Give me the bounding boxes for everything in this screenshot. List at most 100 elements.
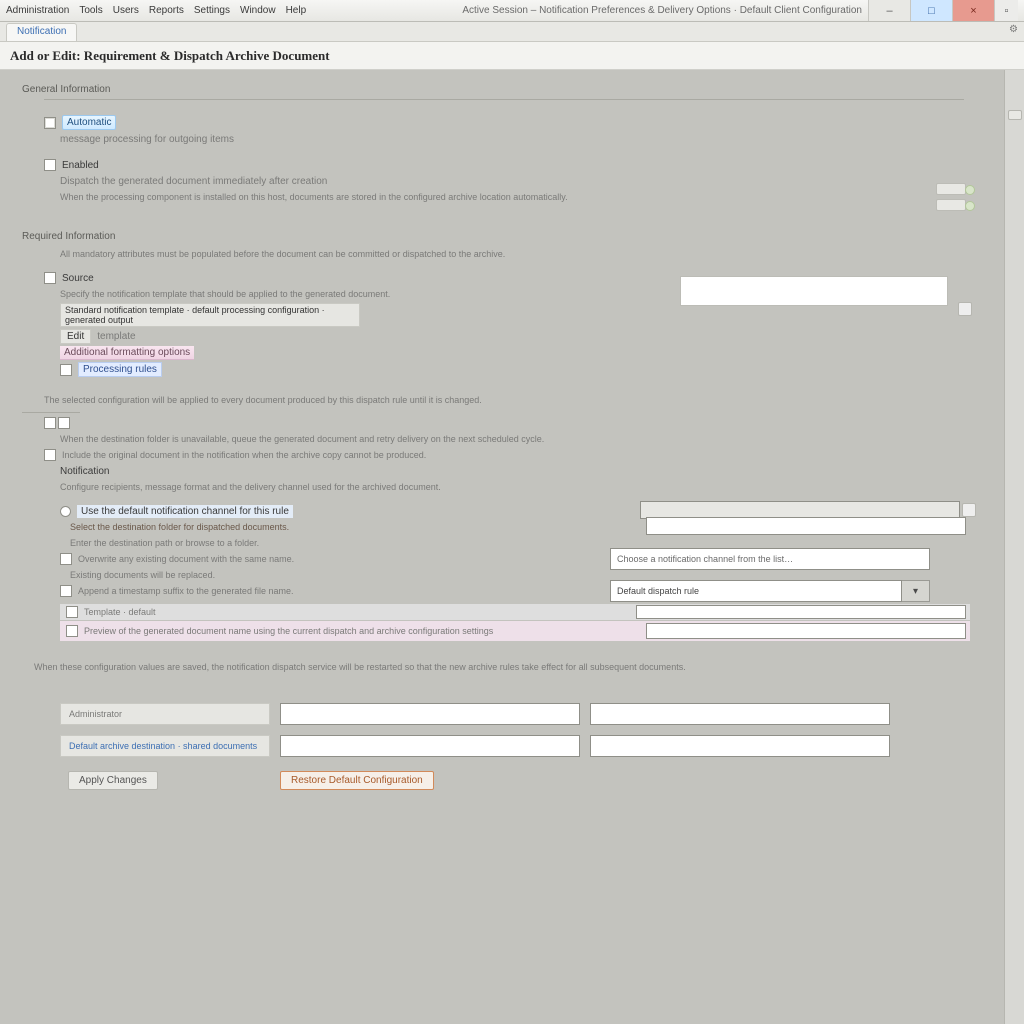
checkbox[interactable]	[44, 117, 56, 129]
grid-label-archive: Default archive destination · shared doc…	[60, 735, 270, 757]
checkbox[interactable]	[66, 606, 78, 618]
row-formatting: Additional formatting options	[60, 345, 1000, 361]
tab-strip: Notification ⚙	[0, 22, 1024, 42]
minimize-button[interactable]: –	[868, 0, 910, 21]
row-enabled-note: When the processing component is install…	[60, 189, 960, 205]
menu-item[interactable]: Settings	[194, 5, 230, 16]
destination-input[interactable]	[646, 517, 966, 535]
browse-icon[interactable]	[962, 503, 976, 517]
content-area: General Information Automatic message pr…	[0, 70, 1004, 1024]
combo-placeholder: Choose a notification channel from the l…	[617, 554, 793, 564]
footer-note-row: When these configuration values are save…	[34, 659, 954, 675]
minimap-gutter[interactable]	[1004, 70, 1024, 1024]
divider	[22, 412, 80, 413]
chevron-down-icon[interactable]: ▾	[902, 580, 930, 602]
processing-chip[interactable]: Processing rules	[78, 362, 162, 377]
label: When the processing component is install…	[60, 192, 568, 202]
label: All mandatory attributes must be populat…	[60, 249, 505, 259]
checkbox[interactable]	[44, 159, 56, 171]
bottom-grid: Administrator Default archive destinatio…	[60, 703, 1000, 793]
menu-item[interactable]: Tools	[79, 5, 102, 16]
restore-defaults-button[interactable]: Restore Default Configuration	[280, 771, 434, 790]
titlebar-caption: Active Session – Notification Preference…	[462, 5, 862, 16]
preview-row: Preview of the generated document name u…	[60, 621, 970, 641]
close-button[interactable]: ×	[952, 0, 994, 21]
label: When the destination folder is unavailab…	[60, 434, 544, 444]
twin-checks	[44, 415, 1000, 431]
aux-window-button[interactable]: ▫	[994, 0, 1018, 21]
checkbox[interactable]	[44, 449, 56, 461]
checkbox[interactable]	[44, 417, 56, 429]
rule-combo[interactable]: Default dispatch rule ▾	[610, 580, 930, 602]
menu-item[interactable]: Help	[286, 5, 307, 16]
label: Specify the notification template that s…	[60, 289, 390, 299]
label: Configure recipients, message format and…	[60, 482, 441, 492]
label: Select the destination folder for dispat…	[70, 522, 289, 532]
row-dest-desc: Select the destination folder for dispat…	[70, 519, 970, 535]
template-tag-row: Template · default	[60, 603, 970, 621]
label: Existing documents will be replaced.	[70, 570, 215, 580]
gear-icon[interactable]: ⚙	[1009, 24, 1018, 35]
label: Append a timestamp suffix to the generat…	[78, 586, 293, 596]
row-automatic: Automatic	[44, 114, 1000, 131]
label: Include the original document in the not…	[62, 450, 426, 460]
row-notification-desc: Configure recipients, message format and…	[60, 479, 1000, 495]
menu-item[interactable]: Window	[240, 5, 276, 16]
maximize-button[interactable]: □	[910, 0, 952, 21]
menu-items: Administration Tools Users Reports Setti…	[6, 5, 306, 16]
label: Preview of the generated document name u…	[84, 626, 493, 636]
grid-input[interactable]	[280, 735, 580, 757]
grid-input[interactable]	[280, 703, 580, 725]
row-processing: Processing rules	[60, 361, 1000, 378]
menu-item[interactable]: Administration	[6, 5, 69, 16]
grid-input[interactable]	[590, 735, 890, 757]
radio[interactable]	[60, 506, 71, 517]
label: Enter the destination path or browse to …	[70, 538, 259, 548]
row-enabled-desc: Dispatch the generated document immediat…	[60, 173, 1000, 189]
menu-item[interactable]: Reports	[149, 5, 184, 16]
browse-icon[interactable]	[958, 302, 972, 316]
checkbox[interactable]	[44, 272, 56, 284]
chip-automatic[interactable]: Automatic	[62, 115, 116, 130]
menu-item[interactable]: Users	[113, 5, 139, 16]
label-default-channel: Use the default notification channel for…	[77, 505, 293, 518]
tag-field[interactable]	[636, 605, 966, 619]
grid-label-admin: Administrator	[60, 703, 270, 725]
grid-hint	[34, 685, 1000, 701]
section-required-heading: Required Information	[22, 231, 1000, 242]
status-icons	[936, 183, 966, 211]
section-general-heading: General Information	[22, 84, 1000, 95]
combo-value: Default dispatch rule	[617, 586, 699, 596]
checkbox[interactable]	[58, 417, 70, 429]
menu-bar: Administration Tools Users Reports Setti…	[0, 0, 1024, 22]
row-edit-link: Edit template	[60, 328, 1000, 345]
grid-input[interactable]	[590, 703, 890, 725]
label: When these configuration values are save…	[34, 662, 686, 672]
row-queue: When the destination folder is unavailab…	[60, 431, 1000, 447]
label: template	[97, 331, 135, 342]
row-include-original: Include the original document in the not…	[44, 447, 1000, 463]
row-timestamp: Append a timestamp suffix to the generat…	[60, 583, 970, 599]
page-title: Add or Edit: Requirement & Dispatch Arch…	[0, 42, 1024, 70]
formatting-chip[interactable]: Additional formatting options	[60, 346, 194, 360]
label-source: Source	[62, 273, 94, 284]
preview-field[interactable]	[646, 623, 966, 639]
status-pill-icon	[936, 199, 966, 211]
checkbox[interactable]	[60, 553, 72, 565]
edit-chip[interactable]: Edit	[60, 329, 91, 344]
template-chip[interactable]: Standard notification template · default…	[60, 303, 360, 327]
divider	[44, 99, 964, 100]
label-enabled: Enabled	[62, 160, 99, 171]
checkbox[interactable]	[60, 364, 72, 376]
channel-combo[interactable]: Choose a notification channel from the l…	[610, 548, 930, 570]
row-overwrite: Overwrite any existing document with the…	[60, 551, 970, 567]
window-buttons: – □ × ▫	[868, 0, 1018, 21]
tab-notification[interactable]: Notification	[6, 23, 77, 41]
row-enabled: Enabled	[44, 157, 1000, 173]
label: Overwrite any existing document with the…	[78, 554, 294, 564]
checkbox[interactable]	[66, 625, 78, 637]
label: The selected configuration will be appli…	[44, 395, 482, 405]
apply-button[interactable]: Apply Changes	[68, 771, 158, 790]
workspace: General Information Automatic message pr…	[0, 70, 1024, 1024]
checkbox[interactable]	[60, 585, 72, 597]
